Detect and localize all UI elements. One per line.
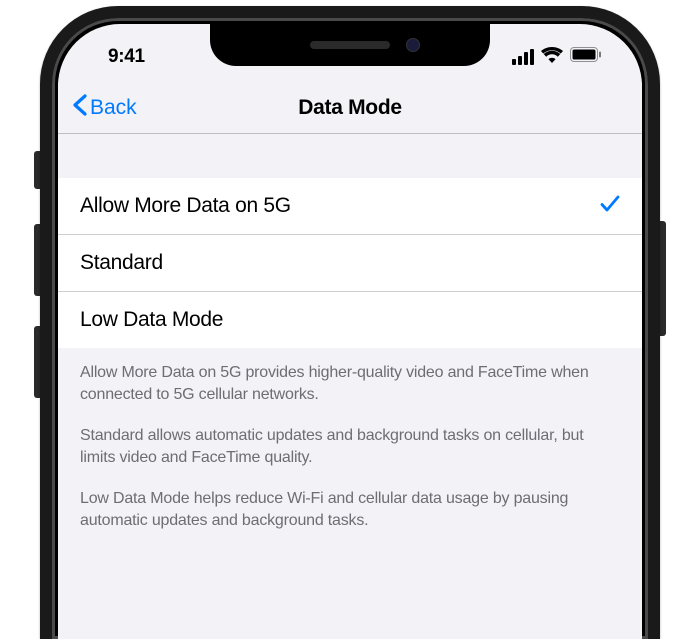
option-label: Allow More Data on 5G [80, 194, 291, 218]
group-header-spacer [58, 134, 642, 178]
options-list: Allow More Data on 5G Standard Low Data … [58, 178, 642, 348]
option-allow-more-data-5g[interactable]: Allow More Data on 5G [58, 178, 642, 235]
back-label: Back [90, 96, 137, 120]
battery-icon [570, 47, 602, 67]
footer-description: Allow More Data on 5G provides higher-qu… [58, 348, 642, 546]
option-label: Standard [80, 251, 163, 275]
page-title: Data Mode [298, 96, 401, 120]
iphone-device-frame: 9:41 Back Data Mode [40, 6, 660, 639]
chevron-left-icon [72, 94, 87, 122]
status-time: 9:41 [90, 46, 145, 68]
power-button [660, 221, 666, 336]
cellular-signal-icon [512, 49, 534, 65]
front-camera [406, 38, 420, 52]
speaker-grille [310, 41, 390, 49]
wifi-icon [541, 47, 563, 68]
footer-p1: Allow More Data on 5G provides higher-qu… [80, 362, 620, 405]
status-indicators [512, 47, 610, 68]
device-screen: 9:41 Back Data Mode [58, 24, 642, 639]
notch [210, 24, 490, 66]
navigation-bar: Back Data Mode [58, 82, 642, 134]
option-standard[interactable]: Standard [58, 235, 642, 292]
footer-p2: Standard allows automatic updates and ba… [80, 425, 620, 468]
option-label: Low Data Mode [80, 308, 223, 332]
footer-p3: Low Data Mode helps reduce Wi-Fi and cel… [80, 488, 620, 531]
option-low-data-mode[interactable]: Low Data Mode [58, 292, 642, 348]
checkmark-icon [600, 195, 620, 218]
back-button[interactable]: Back [72, 94, 137, 122]
side-buttons-right [660, 221, 666, 336]
